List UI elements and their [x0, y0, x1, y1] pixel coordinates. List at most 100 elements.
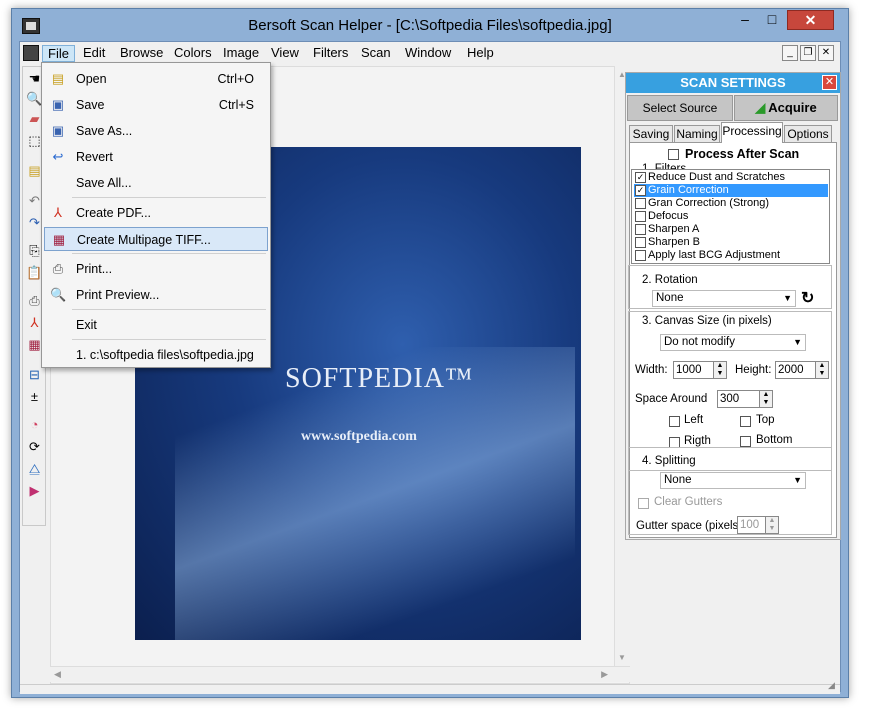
mirror-icon[interactable]: ▶	[26, 483, 43, 499]
filter-item[interactable]: Sharpen A	[634, 223, 828, 236]
menu-item-exit[interactable]: Exit	[44, 313, 268, 337]
mdi-minimize-button[interactable]: _	[782, 45, 798, 61]
print-preview-icon: 🔍	[50, 287, 67, 302]
menu-image[interactable]: Image	[218, 45, 264, 62]
minimize-button[interactable]: –	[732, 10, 758, 30]
chevron-down-icon: ▼	[783, 293, 792, 303]
save-as-icon: ▣	[51, 123, 65, 138]
close-button[interactable]: ✕	[787, 10, 834, 30]
space-around-stepper[interactable]: 300 ▲ ▼	[717, 390, 773, 408]
menu-file[interactable]: File	[42, 45, 75, 62]
rotation-select[interactable]: None ▼	[652, 290, 796, 307]
filter-checkbox[interactable]	[635, 250, 646, 261]
mdi-restore-button[interactable]: ❐	[800, 45, 816, 61]
mdi-controls: _ ❐ ✕	[782, 45, 834, 62]
left-label: Left	[684, 414, 704, 426]
title-bar[interactable]: Bersoft Scan Helper - [C:\Softpedia File…	[12, 9, 848, 41]
filter-item[interactable]: Gran Correction (Strong)	[634, 197, 828, 210]
menu-view[interactable]: View	[266, 45, 304, 62]
splitting-label: 4. Splitting	[642, 455, 696, 467]
clear-gutters-checkbox[interactable]	[638, 498, 649, 509]
menu-colors[interactable]: Colors	[169, 45, 217, 62]
brightness-icon[interactable]: ±	[26, 389, 43, 405]
menu-browse[interactable]: Browse	[115, 45, 168, 62]
menu-separator	[72, 197, 266, 198]
filter-checkbox[interactable]	[635, 198, 646, 209]
canvas-size-label: 3. Canvas Size (in pixels)	[642, 315, 772, 327]
tab-processing[interactable]: Processing	[721, 122, 783, 143]
color-wheel-icon[interactable]: ◔	[26, 417, 43, 433]
tab-naming[interactable]: Naming	[674, 125, 720, 143]
rotate-icon[interactable]: ⟳	[26, 439, 43, 455]
menu-separator	[72, 309, 266, 310]
space-around-value: 300	[720, 393, 740, 405]
menu-item-save-as[interactable]: ▣ Save As...	[44, 119, 268, 143]
menu-item-save[interactable]: ▣ Save Ctrl+S	[44, 93, 268, 117]
select-source-button[interactable]: Select Source	[627, 95, 733, 121]
menu-item-create-tiff[interactable]: ▦ Create Multipage TIFF...	[44, 227, 268, 251]
menu-help[interactable]: Help	[462, 45, 499, 62]
flip-icon[interactable]: ⧋	[26, 461, 43, 477]
rotation-label: 2. Rotation	[642, 274, 698, 286]
stepper-arrows-icon[interactable]: ▲ ▼	[713, 362, 726, 378]
filter-checkbox[interactable]	[635, 224, 646, 235]
splitting-select[interactable]: None ▼	[660, 472, 806, 489]
filter-checkbox[interactable]	[635, 211, 646, 222]
maximize-button[interactable]: □	[759, 10, 785, 30]
filter-item[interactable]: ✓ Reduce Dust and Scratches	[634, 171, 828, 184]
menu-item-save-all[interactable]: Save All...	[44, 171, 268, 195]
canvas-mode-select[interactable]: Do not modify ▼	[660, 334, 806, 351]
rotate-refresh-icon[interactable]: ↻	[801, 288, 814, 308]
document-icon[interactable]	[23, 45, 39, 61]
scroll-down-arrow-icon[interactable]: ▼	[618, 653, 626, 662]
filter-item-selected[interactable]: ✓ Grain Correction	[634, 184, 828, 197]
panel-title: SCAN SETTINGS	[626, 73, 840, 93]
horizontal-scrollbar[interactable]: ◀ ▶	[50, 666, 630, 682]
splitting-value: None	[664, 474, 692, 486]
clear-gutters-label: Clear Gutters	[654, 496, 723, 508]
scroll-right-arrow-icon[interactable]: ▶	[601, 669, 608, 680]
filter-checkbox[interactable]	[635, 237, 646, 248]
menu-separator	[72, 339, 266, 340]
menu-item-print[interactable]: ⎙ Print...	[44, 257, 268, 281]
gutter-space-value: 100	[740, 519, 760, 531]
process-after-scan-checkbox[interactable]	[668, 149, 679, 160]
stepper-arrows-icon[interactable]: ▲ ▼	[759, 391, 772, 407]
stepper-arrows-icon[interactable]: ▲ ▼	[815, 362, 828, 378]
left-checkbox[interactable]	[669, 416, 680, 427]
open-folder-icon: ▤	[51, 71, 65, 86]
filter-checkbox[interactable]: ✓	[635, 185, 646, 196]
top-checkbox[interactable]	[740, 416, 751, 427]
filters-list[interactable]: ✓ Reduce Dust and Scratches ✓ Grain Correc…	[631, 169, 830, 264]
width-stepper[interactable]: 1000 ▲ ▼	[673, 361, 727, 379]
tab-saving[interactable]: Saving	[629, 125, 673, 143]
stepper-arrows-icon[interactable]: ▲ ▼	[765, 517, 778, 533]
menu-item-revert[interactable]: ↩ Revert	[44, 145, 268, 169]
filter-item[interactable]: Defocus	[634, 210, 828, 223]
menu-window[interactable]: Window	[400, 45, 456, 62]
resize-grip-icon[interactable]: ◢	[828, 680, 840, 692]
scanner-icon[interactable]: ⊟	[26, 367, 43, 383]
scroll-left-arrow-icon[interactable]: ◀	[54, 669, 61, 680]
panel-close-button[interactable]: ✕	[822, 75, 837, 90]
tiff-icon: ▦	[52, 232, 66, 247]
mdi-close-button[interactable]: ✕	[818, 45, 834, 61]
menu-item-recent-file[interactable]: 1. c:\softpedia files\softpedia.jpg	[44, 343, 268, 367]
menu-edit[interactable]: Edit	[78, 45, 110, 62]
menu-scan[interactable]: Scan	[356, 45, 396, 62]
acquire-button[interactable]: ◢ Acquire	[734, 95, 838, 121]
menu-filters[interactable]: Filters	[308, 45, 353, 62]
filter-item[interactable]: Sharpen B	[634, 236, 828, 249]
gutter-space-stepper[interactable]: 100 ▲ ▼	[737, 516, 779, 534]
filter-item[interactable]: Apply last BCG Adjustment	[634, 249, 828, 262]
filter-checkbox[interactable]: ✓	[635, 172, 646, 183]
acquire-label: Acquire	[768, 100, 817, 115]
tab-options[interactable]: Options	[784, 125, 832, 143]
height-stepper[interactable]: 2000 ▲ ▼	[775, 361, 829, 379]
bottom-checkbox[interactable]	[740, 436, 751, 447]
right-label: Rigth	[684, 435, 711, 447]
menu-item-open[interactable]: ▤ Open Ctrl+O	[44, 67, 268, 91]
image-url-text: www.softpedia.com	[301, 429, 417, 444]
menu-item-print-preview[interactable]: 🔍 Print Preview...	[44, 283, 268, 307]
menu-item-create-pdf[interactable]: ⅄ Create PDF...	[44, 201, 268, 225]
